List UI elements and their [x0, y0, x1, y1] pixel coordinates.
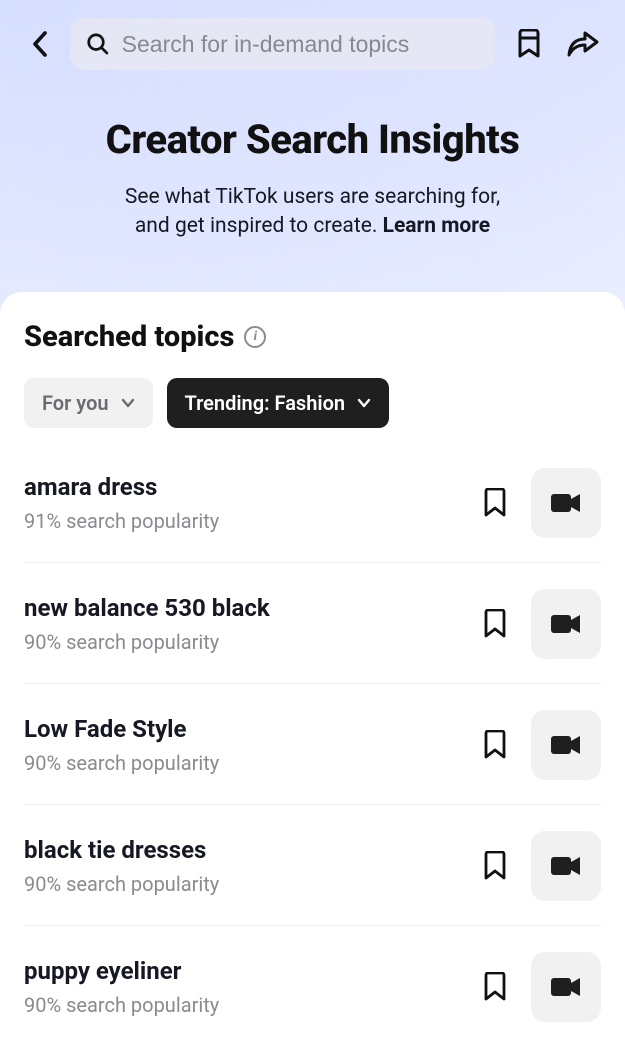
filter-for-you-label: For you: [42, 391, 109, 415]
bookmark-icon: [483, 972, 507, 1002]
section-header: Searched topics i: [24, 320, 601, 354]
info-icon[interactable]: i: [244, 326, 266, 348]
subtitle-line-2: and get inspired to create.: [135, 214, 383, 238]
back-button[interactable]: [22, 24, 56, 64]
topic-list: amara dress 91% search popularity new ba…: [24, 442, 601, 1046]
subtitle-line-1: See what TikTok users are searching for,: [125, 185, 500, 209]
bookmark-icon: [483, 730, 507, 760]
video-icon: [551, 613, 581, 635]
topic-title: puppy eyeliner: [24, 957, 459, 985]
video-icon: [551, 734, 581, 756]
search-input[interactable]: [122, 31, 479, 58]
create-video-button[interactable]: [531, 710, 601, 780]
topic-row[interactable]: puppy eyeliner 90% search popularity: [24, 926, 601, 1046]
video-icon: [551, 976, 581, 998]
video-icon: [551, 855, 581, 877]
bookmark-button[interactable]: [473, 602, 517, 646]
hero: Creator Search Insights See what TikTok …: [0, 80, 625, 288]
section-title: Searched topics: [24, 320, 234, 354]
create-video-button[interactable]: [531, 831, 601, 901]
page-title: Creator Search Insights: [30, 116, 595, 163]
bookmark-icon: [483, 851, 507, 881]
create-video-button[interactable]: [531, 589, 601, 659]
filter-for-you[interactable]: For you: [24, 378, 153, 428]
filter-trending-label: Trending: Fashion: [185, 391, 346, 415]
topic-subtitle: 90% search popularity: [24, 751, 459, 775]
topic-title: amara dress: [24, 473, 459, 501]
create-video-button[interactable]: [531, 468, 601, 538]
bookmark-button[interactable]: [473, 481, 517, 525]
topic-info: amara dress 91% search popularity: [24, 473, 459, 533]
chevron-down-icon: [357, 396, 371, 410]
topic-title: new balance 530 black: [24, 594, 459, 622]
topic-row[interactable]: new balance 530 black 90% search popular…: [24, 563, 601, 684]
filter-chips: For you Trending: Fashion: [24, 378, 601, 428]
share-icon: [567, 30, 599, 58]
bookmarks-button[interactable]: [509, 24, 549, 64]
topic-row[interactable]: amara dress 91% search popularity: [24, 442, 601, 563]
topic-subtitle: 91% search popularity: [24, 509, 459, 533]
bookmark-button[interactable]: [473, 723, 517, 767]
topic-subtitle: 90% search popularity: [24, 630, 459, 654]
back-icon: [31, 30, 48, 58]
bookmark-icon: [483, 609, 507, 639]
topic-info: black tie dresses 90% search popularity: [24, 836, 459, 896]
learn-more-link[interactable]: Learn more: [383, 214, 491, 238]
topic-subtitle: 90% search popularity: [24, 993, 459, 1017]
topic-info: puppy eyeliner 90% search popularity: [24, 957, 459, 1017]
bookmark-icon: [483, 488, 507, 518]
topic-title: black tie dresses: [24, 836, 459, 864]
chevron-down-icon: [121, 396, 135, 410]
video-icon: [551, 492, 581, 514]
page-subtitle: See what TikTok users are searching for,…: [30, 183, 595, 242]
bookmark-button[interactable]: [473, 965, 517, 1009]
create-video-button[interactable]: [531, 952, 601, 1022]
topic-info: Low Fade Style 90% search popularity: [24, 715, 459, 775]
filter-trending[interactable]: Trending: Fashion: [167, 378, 390, 428]
share-button[interactable]: [563, 24, 603, 64]
topic-subtitle: 90% search popularity: [24, 872, 459, 896]
search-box[interactable]: [70, 18, 495, 70]
topic-row[interactable]: black tie dresses 90% search popularity: [24, 805, 601, 926]
topic-title: Low Fade Style: [24, 715, 459, 743]
bookmark-button[interactable]: [473, 844, 517, 888]
bookmark-ribbon-icon: [515, 29, 543, 59]
top-bar: [0, 0, 625, 80]
topics-card: Searched topics i For you Trending: Fash…: [0, 292, 625, 1052]
search-icon: [86, 31, 110, 57]
topic-info: new balance 530 black 90% search popular…: [24, 594, 459, 654]
topic-row[interactable]: Low Fade Style 90% search popularity: [24, 684, 601, 805]
